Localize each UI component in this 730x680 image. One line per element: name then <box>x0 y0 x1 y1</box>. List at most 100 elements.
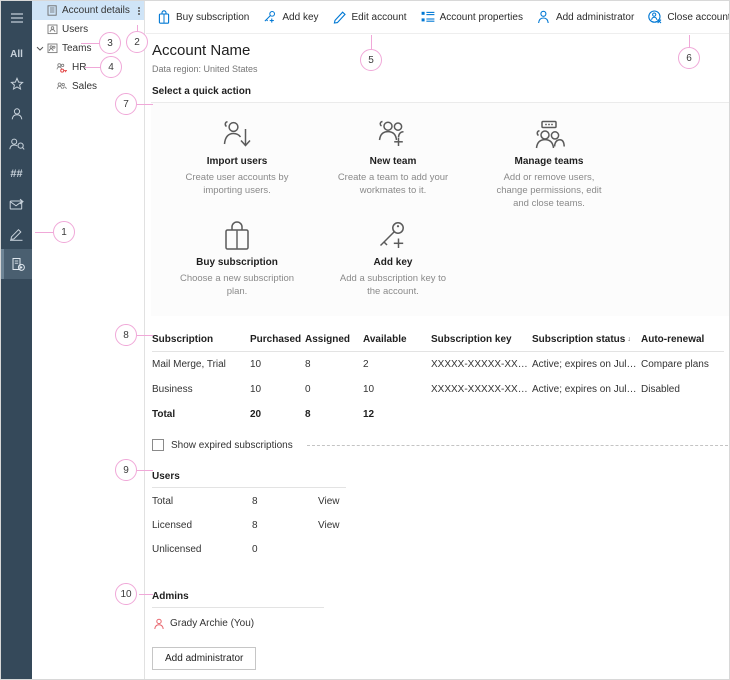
star-icon[interactable] <box>1 69 32 99</box>
quick-action-buy-subscription[interactable]: Buy subscription Choose a new subscripti… <box>173 218 301 298</box>
cmd-label: Edit account <box>351 11 407 23</box>
account-properties-button[interactable]: Account properties <box>414 3 530 31</box>
all-filter-icon[interactable]: All <box>1 39 32 69</box>
person-admin-icon <box>537 10 551 24</box>
callout-9: 9 <box>115 459 137 481</box>
page-title: Account Name <box>152 42 251 59</box>
icon-rail: All ## <box>1 1 32 679</box>
tree-item-label: Teams <box>62 42 92 54</box>
account-settings-icon[interactable] <box>1 249 32 279</box>
col-subscription-status[interactable]: Subscription status ↓ <box>532 334 641 352</box>
quick-action-panel: Import users Create user accounts by imp… <box>151 102 729 316</box>
person-icon[interactable] <box>1 99 32 129</box>
tree-item-label: Account details <box>62 4 130 16</box>
divider <box>152 487 346 488</box>
cell-available: 2 <box>363 359 369 370</box>
hamburger-menu-icon[interactable] <box>1 1 32 35</box>
col-auto-renewal[interactable]: Auto-renewal <box>641 334 724 352</box>
users-row-unlicensed: Unlicensed 0 <box>152 537 340 561</box>
col-assigned[interactable]: Assigned <box>305 334 363 352</box>
cell-total-key <box>431 402 532 427</box>
users-total-label: Total <box>152 496 174 507</box>
add-key-button[interactable]: Add key <box>256 3 325 31</box>
users-section: Users Total 8 View Licensed 8 View Unlic… <box>152 471 729 561</box>
quick-action-manage-teams[interactable]: Manage teams Add or remove users, change… <box>485 117 613 210</box>
quick-action-title: Add key <box>373 257 413 268</box>
cell-subscription-key: XXXXX-XXXXX-XX… <box>431 384 528 395</box>
quick-action-desc: Add a subscription key to the account. <box>339 273 447 297</box>
quick-action-desc: Choose a new subscription plan. <box>179 273 295 297</box>
cmd-label: Buy subscription <box>176 11 250 23</box>
admins-section: Admins Grady Archie (You) Add administra… <box>152 591 729 670</box>
users-row-total: Total 8 View <box>152 489 340 513</box>
chevron-down-icon[interactable] <box>35 44 44 53</box>
tree-item-account-details[interactable]: Account details <box>32 1 144 20</box>
new-team-icon <box>335 117 451 153</box>
callout-line-1 <box>35 232 53 234</box>
add-administrator-button-bottom[interactable]: Add administrator <box>152 647 257 670</box>
col-subscription[interactable]: Subscription <box>152 334 250 352</box>
table-row[interactable]: Mail Merge, Trial 10 8 2 XXXXX-XXXXX-XX…… <box>152 352 724 378</box>
users-licensed-label: Licensed <box>152 520 193 531</box>
col-subscription-key[interactable]: Subscription key <box>431 334 532 352</box>
account-details-screen: All ## Account details Users Teams HR Sa… <box>0 0 730 680</box>
users-licensed-value: 8 <box>252 520 258 531</box>
callout-line-9 <box>137 470 153 472</box>
callout-6: 6 <box>678 47 700 69</box>
compare-plans-link[interactable]: Compare plans <box>641 352 724 378</box>
callout-2: 2 <box>126 31 148 53</box>
cell-total-status <box>532 402 641 427</box>
add-administrator-button[interactable]: Add administrator <box>530 3 641 31</box>
person-close-icon <box>648 10 662 24</box>
cell-assigned: 0 <box>305 384 311 395</box>
show-expired-label: Show expired subscriptions <box>171 439 293 451</box>
cell-subscription: Mail Merge, Trial <box>152 359 226 370</box>
buy-subscription-button[interactable]: Buy subscription <box>150 3 256 31</box>
cell-total-assigned: 8 <box>305 409 311 420</box>
users-total-value: 8 <box>252 496 258 507</box>
callout-10: 10 <box>115 583 137 605</box>
shopping-bag-icon <box>157 10 171 24</box>
users-unlicensed-value: 0 <box>252 544 258 555</box>
list-properties-icon <box>421 10 435 24</box>
numbers-icon[interactable]: ## <box>1 159 32 189</box>
show-expired-checkbox[interactable] <box>152 439 164 451</box>
quick-action-title: Manage teams <box>514 156 584 167</box>
pen-signature-icon[interactable] <box>1 219 32 249</box>
quick-action-import-users[interactable]: Import users Create user accounts by imp… <box>173 117 301 210</box>
divider <box>152 607 324 608</box>
users-total-view-link[interactable]: View <box>318 489 340 513</box>
callout-line-8 <box>137 335 153 337</box>
quick-action-title: Buy subscription <box>196 257 278 268</box>
person-icon <box>152 617 165 630</box>
col-available[interactable]: Available <box>363 334 431 352</box>
teams-icon <box>46 43 58 55</box>
callout-3: 3 <box>99 32 121 54</box>
callout-line-3 <box>81 43 100 45</box>
cell-subscription: Business <box>152 384 193 395</box>
person-search-icon[interactable] <box>1 129 32 159</box>
table-row[interactable]: Business 10 0 10 XXXXX-XXXXX-XX… Active;… <box>152 377 724 402</box>
close-account-button[interactable]: Close account <box>641 3 729 31</box>
mail-icon[interactable] <box>1 189 32 219</box>
quick-action-title: New team <box>369 156 417 167</box>
cmd-label: Add administrator <box>555 11 635 23</box>
table-total-row: Total 20 8 12 <box>152 402 724 427</box>
cell-auto-renewal: Disabled <box>641 384 680 395</box>
team-icon <box>56 81 68 93</box>
cell-total-renewal <box>641 402 724 427</box>
edit-account-button[interactable]: Edit account <box>326 3 414 31</box>
callout-4: 4 <box>100 56 122 78</box>
quick-action-desc: Create a team to add your workmates to i… <box>337 172 449 196</box>
users-unlicensed-label: Unlicensed <box>152 544 202 555</box>
more-options-icon[interactable] <box>138 6 140 15</box>
quick-action-desc: Create user accounts by importing users. <box>185 172 289 196</box>
quick-action-new-team[interactable]: New team Create a team to add your workm… <box>329 117 457 210</box>
admin-list-item[interactable]: Grady Archie (You) <box>152 617 729 630</box>
tree-item-label: Sales <box>72 80 98 92</box>
quick-action-add-key[interactable]: Add key Add a subscription key to the ac… <box>329 218 457 298</box>
users-licensed-view-link[interactable]: View <box>318 513 340 537</box>
col-purchased[interactable]: Purchased <box>250 334 305 352</box>
callout-5: 5 <box>360 49 382 71</box>
quick-action-desc: Add or remove users, change permissions,… <box>496 172 602 209</box>
